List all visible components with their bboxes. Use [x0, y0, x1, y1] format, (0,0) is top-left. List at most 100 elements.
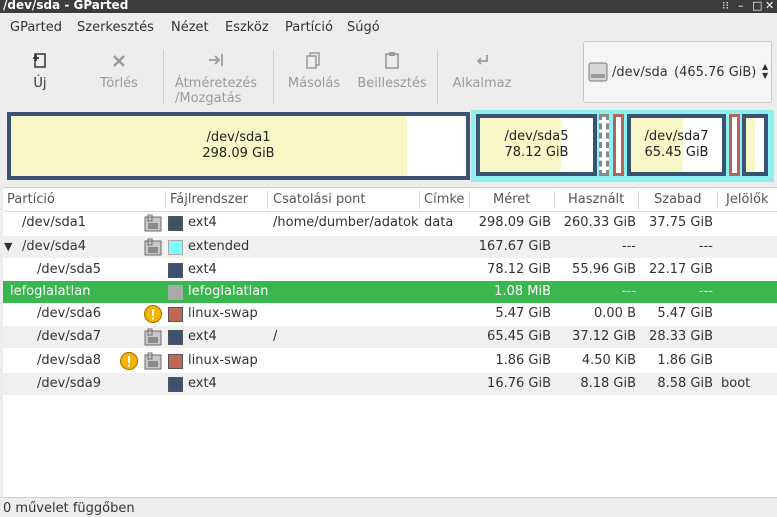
used-cell: 260.33 GiB — [563, 215, 636, 230]
paste-button[interactable]: Beillesztés — [356, 48, 428, 91]
toolbar-separator — [163, 50, 164, 104]
filesystem-color-swatch — [168, 285, 183, 300]
partition-table: Partíció Fájlrendszer Csatolási pont Cím… — [3, 187, 777, 497]
diskmap-sda1-size: 298.09 GiB — [202, 146, 275, 161]
table-row[interactable]: /dev/sda5 ext4 78.12 GiB 55.96 GiB 22.17 GiB — [3, 259, 777, 281]
column-header-filesystem[interactable]: Fájlrendszer — [170, 192, 248, 207]
used-cell: 0.00 B — [594, 306, 636, 321]
table-row[interactable]: lefoglalatlan lefoglalatlan 1.08 MiB --- --- — [3, 281, 777, 303]
menu-device[interactable]: Eszköz — [225, 20, 269, 35]
window-titlebar: /dev/sda - GParted — [0, 0, 777, 13]
resize-move-button[interactable]: Átméretezés /Mozgatás — [172, 48, 260, 106]
toolbar-separator — [437, 50, 438, 104]
free-cell: --- — [698, 239, 713, 254]
device-selector[interactable]: /dev/sda (465.76 GiB) ▲ ▼ — [583, 41, 772, 103]
apply-label: Alkalmaz — [452, 76, 512, 91]
copy-button[interactable]: Másolás — [286, 48, 342, 91]
filesystem-cell: ext4 — [188, 376, 217, 391]
size-cell: 1.08 MiB — [494, 284, 551, 299]
diskmap-sda9[interactable] — [742, 114, 768, 176]
filesystem-color-swatch — [168, 240, 183, 255]
column-header-mountpoint[interactable]: Csatolási pont — [273, 192, 366, 207]
resize-icon — [172, 48, 260, 72]
column-header-label[interactable]: Címke — [424, 192, 464, 207]
diskmap-sda5[interactable]: /dev/sda5 78.12 GiB — [476, 114, 597, 176]
device-size: (465.76 GiB) — [674, 65, 757, 80]
menu-partition[interactable]: Partíció — [285, 20, 333, 35]
delete-button[interactable]: Törlés — [95, 48, 143, 91]
size-cell: 1.86 GiB — [495, 353, 551, 368]
filesystem-cell: linux-swap — [188, 306, 258, 321]
diskmap-sda5-size: 78.12 GiB — [504, 145, 569, 160]
free-cell: 28.33 GiB — [649, 329, 713, 344]
size-cell: 167.67 GiB — [478, 239, 551, 254]
size-cell: 16.76 GiB — [487, 376, 551, 391]
free-cell: 5.47 GiB — [657, 306, 713, 321]
maximize-icon[interactable]: □ — [752, 0, 762, 11]
table-row[interactable]: /dev/sda7 ext4 / 65.45 GiB 37.12 GiB 28.33 Gi… — [3, 326, 777, 348]
free-cell: 8.58 GiB — [657, 376, 713, 391]
warning-icon[interactable] — [143, 304, 163, 324]
delete-label: Törlés — [100, 76, 138, 91]
close-icon[interactable]: ✕ — [765, 0, 774, 11]
diskmap-sda1-name: /dev/sda1 — [206, 130, 271, 145]
apply-button[interactable]: Alkalmaz — [450, 48, 514, 91]
delete-icon — [95, 48, 143, 72]
column-separator — [469, 191, 470, 209]
free-cell: --- — [698, 284, 713, 299]
diskmap-sda7[interactable]: /dev/sda7 65.45 GiB — [627, 114, 726, 176]
column-header-used[interactable]: Használt — [568, 192, 624, 207]
size-cell: 65.45 GiB — [487, 329, 551, 344]
menu-edit[interactable]: Szerkesztés — [77, 20, 154, 35]
filesystem-color-swatch — [168, 307, 183, 322]
table-row[interactable]: /dev/sda9 ext4 16.76 GiB 8.18 GiB 8.58 GiB bo… — [3, 373, 777, 395]
free-cell: 1.86 GiB — [657, 353, 713, 368]
table-row[interactable]: /dev/sda1 ext4/home/dumber/adatok data 298.… — [3, 212, 777, 234]
filesystem-color-swatch — [168, 377, 183, 392]
drag-handle-icon[interactable]: ⁝⁝ — [722, 0, 729, 11]
column-header-size[interactable]: Méret — [493, 192, 530, 207]
column-separator — [638, 191, 639, 209]
diskmap-sda8[interactable] — [729, 114, 740, 176]
lock-icon — [143, 327, 163, 347]
table-row[interactable]: /dev/sda6 linux-swap 5.47 GiB 0.00 B 5.47 Gi… — [3, 303, 777, 325]
diskmap-sda7-name: /dev/sda7 — [644, 129, 709, 144]
table-header: Partíció Fájlrendszer Csatolási pont Cím… — [3, 188, 777, 212]
column-separator — [165, 191, 166, 209]
minimize-icon[interactable]: – — [738, 0, 744, 11]
menu-help[interactable]: Súgó — [347, 20, 380, 35]
partition-cell: /dev/sda6 — [37, 306, 101, 321]
warning-icon[interactable] — [119, 351, 139, 371]
paste-icon — [356, 48, 428, 72]
filesystem-color-swatch — [168, 216, 183, 231]
table-row[interactable]: ▼ /dev/sda4 extended 167.67 GiB --- --- — [3, 236, 777, 258]
apply-icon — [450, 48, 514, 72]
menu-view[interactable]: Nézet — [171, 20, 209, 35]
lock-icon — [143, 213, 163, 233]
filesystem-cell: ext4 — [188, 329, 217, 344]
column-header-partition[interactable]: Partíció — [7, 192, 55, 207]
diskmap-sda5-name: /dev/sda5 — [504, 129, 569, 144]
partition-cell: lefoglalatlan — [10, 284, 91, 299]
table-row[interactable]: /dev/sda8 linux-swap 1.86 GiB 4.50 KiB 1.86 … — [3, 350, 777, 372]
column-header-free[interactable]: Szabad — [654, 192, 702, 207]
partition-cell: /dev/sda5 — [37, 262, 101, 277]
filesystem-color-swatch — [168, 263, 183, 278]
free-cell: 22.17 GiB — [649, 262, 713, 277]
column-separator — [554, 191, 555, 209]
column-header-flags[interactable]: Jelölők — [726, 192, 769, 207]
resize-label-line2: /Mozgatás — [175, 91, 242, 106]
diskmap-sda6[interactable] — [613, 114, 624, 176]
diskmap-sda1[interactable]: /dev/sda1 298.09 GiB — [7, 112, 470, 180]
lock-icon — [143, 237, 163, 257]
new-button[interactable]: Új — [20, 48, 60, 91]
triangle-down-icon[interactable]: ▼ — [4, 240, 12, 253]
copy-label: Másolás — [287, 76, 341, 91]
diskmap-unallocated[interactable] — [599, 114, 609, 176]
pending-operations-text: 0 művelet függőben — [3, 501, 135, 516]
used-cell: --- — [621, 284, 636, 299]
menu-gparted[interactable]: GParted — [10, 20, 62, 35]
used-space-bar — [746, 118, 755, 172]
filesystem-cell: extended — [188, 239, 250, 254]
resize-label-line1: Átméretezés — [174, 76, 258, 91]
